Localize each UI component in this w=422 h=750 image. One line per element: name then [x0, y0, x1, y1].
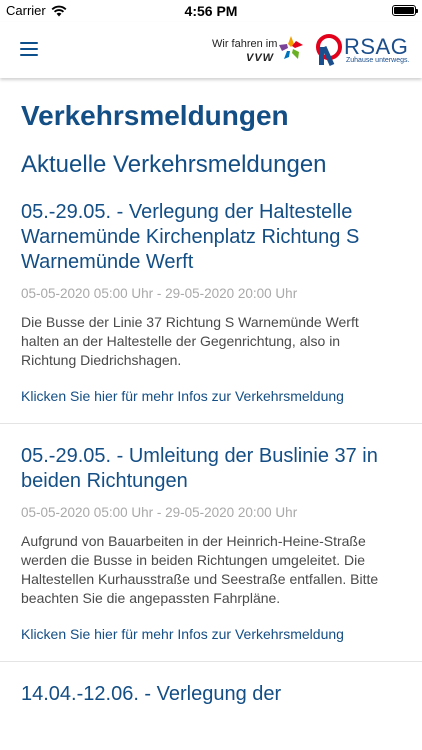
divider — [0, 661, 422, 662]
main-content: Verkehrsmeldungen Aktuelle Verkehrsmeldu… — [0, 98, 422, 707]
news-title: 05.-29.05. - Verlegung der Haltestelle W… — [21, 201, 360, 273]
vvw-wordmark: VVW — [246, 52, 275, 64]
news-body: Die Busse der Linie 37 Richtung S Warnem… — [21, 314, 359, 368]
news-item: 14.04.-12.06. - Verlegung der — [21, 682, 391, 707]
vvw-logo: Wir fahren im VVW — [212, 35, 306, 67]
news-item: 05.-29.05. - Umleitung der Buslinie 37 i… — [0, 444, 422, 662]
rsag-emblem-icon — [316, 34, 342, 67]
menu-icon-bar — [20, 42, 38, 44]
hamburger-menu-button[interactable] — [20, 42, 38, 57]
more-info-link[interactable]: Klicken Sie hier für mehr Infos zur Verk… — [21, 625, 391, 644]
news-item: 05.-29.05. - Verlegung der Haltestelle W… — [0, 200, 422, 424]
section-title: Aktuelle Verkehrsmeldungen — [21, 151, 327, 178]
page-title: Verkehrsmeldungen — [21, 100, 289, 131]
divider — [0, 423, 422, 424]
menu-icon-bar — [20, 54, 38, 56]
more-info-link[interactable]: Klicken Sie hier für mehr Infos zur Verk… — [21, 387, 391, 406]
clock: 4:56 PM — [184, 3, 238, 19]
news-title: 05.-29.05. - Umleitung der Buslinie 37 i… — [21, 445, 378, 492]
news-body: Aufgrund von Bauarbeiten in der Heinrich… — [21, 533, 379, 606]
rsag-claim: Zuhause unterwegs. — [346, 57, 410, 64]
app-header: Wir fahren im VVW RSAG Zuhause unterwegs… — [0, 22, 422, 78]
news-title: 14.04.-12.06. - Verlegung der — [21, 683, 282, 705]
news-date: 05-05-2020 05:00 Uhr - 29-05-2020 20:00 … — [21, 505, 298, 520]
menu-icon-bar — [20, 48, 38, 50]
rsag-logo: RSAG Zuhause unterwegs. — [316, 33, 412, 69]
news-date: 05-05-2020 05:00 Uhr - 29-05-2020 20:00 … — [21, 286, 298, 301]
status-bar: Carrier 4:56 PM — [0, 0, 422, 22]
vvw-star-icon — [279, 36, 303, 59]
battery-icon — [392, 5, 418, 16]
vvw-slogan: Wir fahren im — [212, 38, 278, 50]
